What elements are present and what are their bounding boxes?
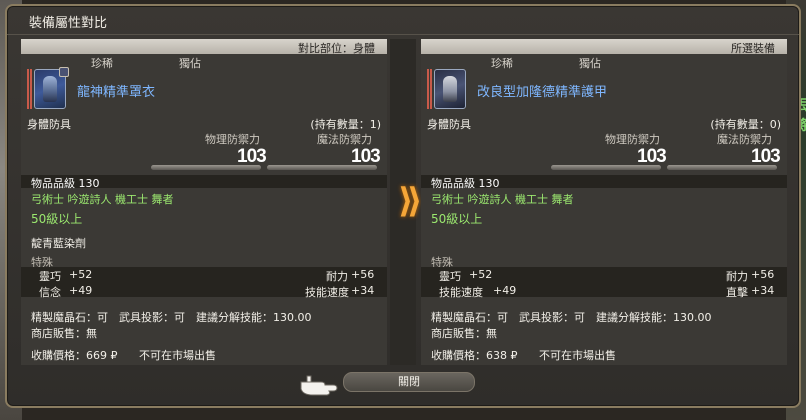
gil-icon: ₽ (510, 349, 518, 362)
right-bonus-value: +49 (493, 284, 517, 297)
left-market-info: 不可在市場出售 (139, 349, 216, 362)
left-bonus-name: 技能速度 (305, 286, 349, 299)
right-bonus-name: 靈巧 (439, 270, 461, 283)
right-panel-header: 所選裝備 (421, 39, 787, 55)
left-tag-rare: 珍稀 (91, 57, 113, 70)
right-item-level: 物品品級 130 (431, 177, 500, 190)
right-tag-unique: 獨佔 (579, 57, 601, 70)
armor-figure (443, 76, 457, 102)
gil-icon: ₽ (110, 349, 118, 362)
right-bonus-value: +34 (751, 284, 775, 297)
comparison-window: 裝備屬性對比 對比部位：身體 珍稀 獨佔 龍神精準罩衣 身體防具 (持有數量：1… (5, 4, 801, 408)
left-bonus-value: +52 (69, 268, 93, 281)
left-sell-price: 收購價格：669 ₽ (31, 347, 118, 363)
right-level-req: 50級以上 (431, 212, 483, 226)
left-item-level: 物品品級 130 (31, 177, 100, 190)
left-mag-def-bar (267, 165, 377, 170)
close-button[interactable]: 關閉 (343, 372, 475, 392)
title-bar[interactable]: 裝備屬性對比 (7, 6, 799, 35)
right-bonus-name: 耐力 (726, 270, 748, 283)
left-item-category: 身體防具 (27, 118, 71, 131)
right-sell-price-text: 收購價格：638 (431, 349, 507, 362)
left-bonus-name: 耐力 (326, 270, 348, 283)
left-bonus-name: 靈巧 (39, 270, 61, 283)
left-owned-count: (持有數量：1) (310, 118, 381, 131)
left-item-icon-frame[interactable] (27, 67, 69, 109)
right-mag-def-label: 魔法防禦力 (717, 133, 772, 146)
left-phys-def-label: 物理防禦力 (205, 133, 260, 146)
right-item-category: 身體防具 (427, 118, 471, 131)
right-bonus-name: 技能速度 (439, 286, 483, 299)
rarity-bar (27, 69, 32, 109)
armor-figure (43, 76, 57, 102)
left-shop-info: 商店販售：無 (31, 327, 97, 340)
left-job-list: 弓術士 吟遊詩人 機工士 舞者 (31, 193, 174, 206)
corner-badge-icon (59, 67, 69, 77)
right-item-panel: 所選裝備 珍稀 獨佔 改良型加隆德精準護甲 身體防具 (持有數量：0) 物理防禦… (421, 39, 787, 365)
right-bonus-value: +52 (469, 268, 493, 281)
right-phys-def-label: 物理防禦力 (605, 133, 660, 146)
left-item-panel: 對比部位：身體 珍稀 獨佔 龍神精準罩衣 身體防具 (持有數量：1) 物理防禦力… (21, 39, 387, 365)
right-shop-info: 商店販售：無 (431, 327, 497, 340)
left-bonus-value: +34 (351, 284, 375, 297)
left-phys-def-bar (151, 165, 261, 170)
left-bonus-value: +56 (351, 268, 375, 281)
right-tag-rare: 珍稀 (491, 57, 513, 70)
pointer-hand-icon (300, 375, 338, 396)
right-mag-def-bar (667, 165, 777, 170)
left-tag-unique: 獨佔 (179, 57, 201, 70)
right-item-name: 改良型加隆德精準護甲 (477, 85, 608, 100)
left-dye: 靛青藍染劑 (31, 237, 86, 250)
right-owned-count: (持有數量：0) (710, 118, 781, 131)
left-item-name: 龍神精準罩衣 (77, 85, 156, 100)
left-panel-header-text: 對比部位：身體 (298, 42, 375, 55)
right-phys-def-bar (551, 165, 661, 170)
armor-icon (434, 69, 466, 109)
right-bonus-name: 直擊 (726, 286, 748, 299)
right-sell-price: 收購價格：638 ₽ (431, 347, 518, 363)
window-title: 裝備屬性對比 (29, 16, 108, 31)
left-sell-price-text: 收購價格：669 (31, 349, 107, 362)
right-item-icon-frame[interactable] (427, 69, 466, 109)
left-panel-header: 對比部位：身體 (21, 39, 387, 55)
compare-arrow-icon: ⟫ (398, 181, 423, 221)
armor-icon (34, 67, 69, 109)
left-bonus-name: 信念 (39, 286, 61, 299)
rarity-bar (427, 69, 432, 109)
left-level-req: 50級以上 (31, 212, 83, 226)
right-job-list: 弓術士 吟遊詩人 機工士 舞者 (431, 193, 574, 206)
right-bonus-value: +56 (751, 268, 775, 281)
left-crafting-info: 精製魔晶石：可 武具投影：可 建議分解技能：130.00 (31, 311, 312, 324)
left-mag-def-label: 魔法防禦力 (317, 133, 372, 146)
right-crafting-info: 精製魔晶石：可 武具投影：可 建議分解技能：130.00 (431, 311, 712, 324)
left-bonus-value: +49 (69, 284, 93, 297)
right-market-info: 不可在市場出售 (539, 349, 616, 362)
right-panel-header-text: 所選裝備 (731, 42, 775, 55)
